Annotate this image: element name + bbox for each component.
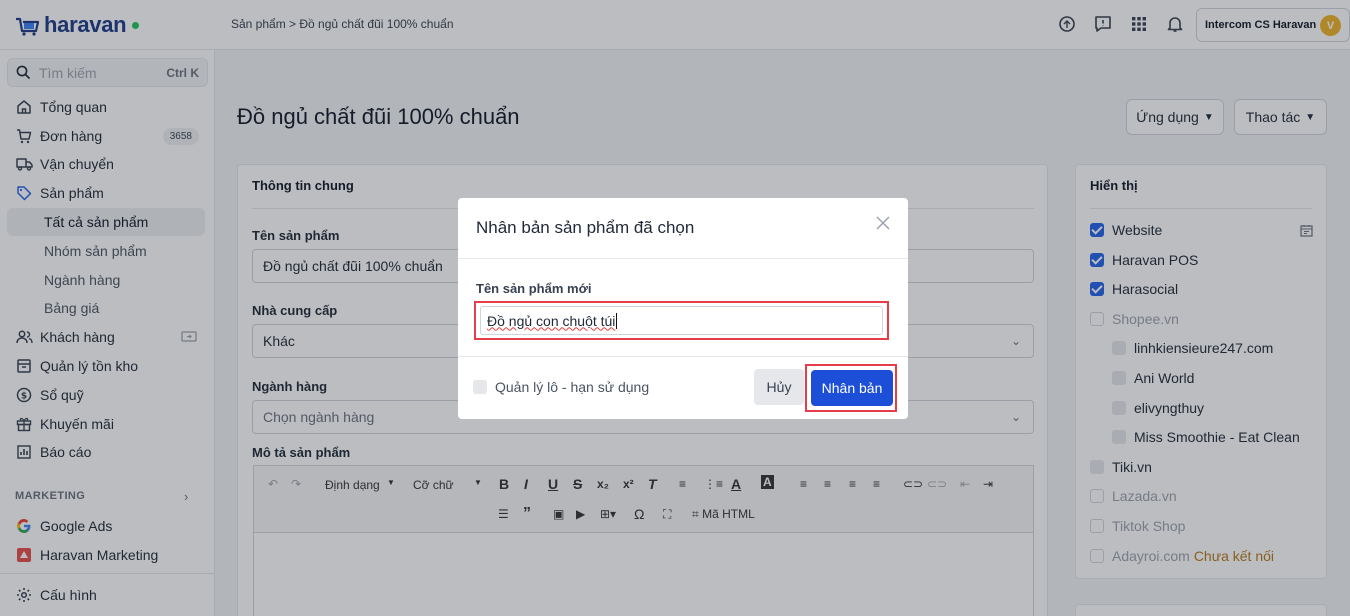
modal-divider bbox=[458, 356, 908, 357]
modal-divider bbox=[458, 258, 908, 259]
batch-expiry-label: Quản lý lô - hạn sử dụng bbox=[495, 379, 650, 395]
new-product-name-label: Tên sản phẩm mới bbox=[476, 281, 592, 296]
highlight-box: Đồ ngủ con chuột túi bbox=[474, 301, 889, 340]
new-product-name-input[interactable]: Đồ ngủ con chuột túi bbox=[480, 306, 883, 335]
batch-expiry-checkbox[interactable] bbox=[473, 380, 487, 394]
new-product-name-value: Đồ ngủ con chuột túi bbox=[487, 312, 616, 329]
text-cursor bbox=[616, 312, 618, 329]
highlight-box: Nhân bản bbox=[805, 364, 897, 412]
modal-title: Nhân bản sản phẩm đã chọn bbox=[476, 218, 695, 237]
duplicate-button[interactable]: Nhân bản bbox=[811, 370, 893, 406]
cancel-button[interactable]: Hủy bbox=[754, 369, 804, 405]
duplicate-product-modal: Nhân bản sản phẩm đã chọn Tên sản phẩm m… bbox=[458, 198, 908, 419]
close-icon[interactable] bbox=[875, 215, 891, 231]
